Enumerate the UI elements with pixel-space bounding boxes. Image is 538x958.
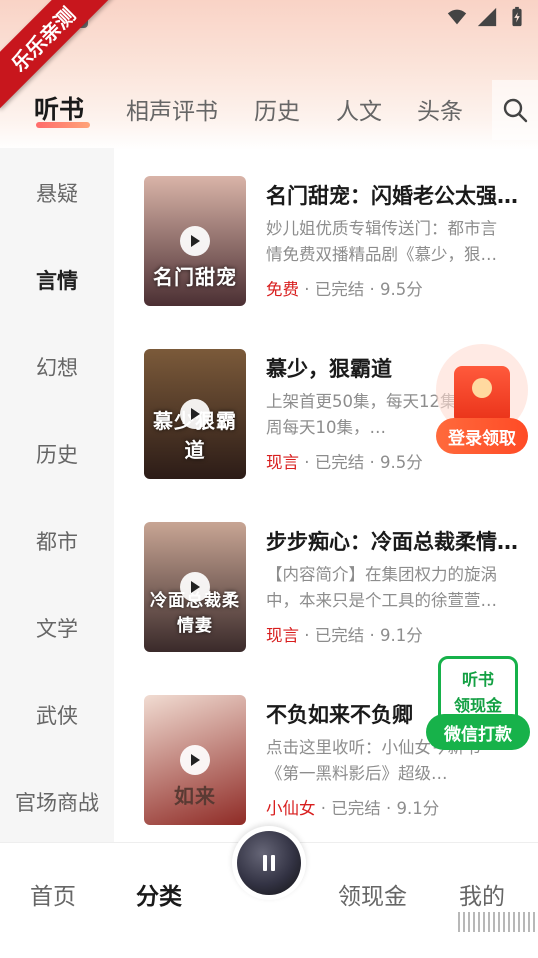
- play-icon[interactable]: [180, 399, 210, 429]
- book-meta: 现言 · 已完结 · 9.1分: [266, 622, 423, 646]
- watermark: [458, 912, 536, 932]
- tab-crosstalk[interactable]: 相声评书: [126, 92, 218, 126]
- book-description: 【内容简介】在集团权力的旋涡中，本来只是个工具的徐萱萱…: [266, 565, 497, 610]
- pause-icon[interactable]: [258, 852, 280, 874]
- tab-headlines[interactable]: 头条: [417, 92, 463, 126]
- book-title[interactable]: 名门甜宠：闪婚老公太强…: [266, 180, 526, 210]
- book-description: 妙儿姐优质专辑传送门：都市言情免费双播精品剧《慕少，狠…: [266, 219, 497, 264]
- search-button[interactable]: [492, 80, 538, 140]
- play-icon[interactable]: [180, 226, 210, 256]
- top-tab-bar: 听书 相声评书 历史 人文 头条: [0, 84, 490, 136]
- list-item[interactable]: 名门甜宠 名门甜宠：闪婚老公太强… 妙儿姐优质专辑传送门：都市言情免费双播精品剧…: [114, 148, 538, 306]
- list-item[interactable]: 冷面总裁柔情妻 步步痴心：冷面总裁柔情… 【内容简介】在集团权力的旋涡中，本来只…: [114, 494, 538, 652]
- player-disc: [237, 831, 301, 895]
- sidebar-item-literature[interactable]: 文学: [0, 613, 114, 643]
- sidebar-item-romance[interactable]: 言情: [0, 265, 114, 295]
- sidebar-item-history[interactable]: 历史: [0, 439, 114, 469]
- red-envelope-float[interactable]: 登录领取: [436, 344, 528, 456]
- book-status: · 已完结 · 9.1分: [299, 626, 423, 645]
- book-meta: 小仙女 · 已完结 · 9.1分: [266, 795, 439, 819]
- nav-mine[interactable]: 我的: [459, 877, 505, 911]
- login-claim-button[interactable]: 登录领取: [436, 418, 528, 454]
- book-meta: 免费 · 已完结 · 9.5分: [266, 276, 423, 300]
- book-tag: 现言: [266, 453, 299, 472]
- tab-active-indicator: [36, 122, 90, 128]
- wifi-icon: [447, 9, 467, 25]
- sidebar-item-wuxia[interactable]: 武侠: [0, 700, 114, 730]
- book-tag: 小仙女: [266, 799, 316, 818]
- nav-category[interactable]: 分类: [136, 877, 182, 911]
- book-meta: 现言 · 已完结 · 9.5分: [266, 449, 423, 473]
- battery-icon: [512, 6, 522, 27]
- book-status: · 已完结 · 9.5分: [299, 453, 423, 472]
- search-icon: [503, 98, 528, 123]
- book-title[interactable]: 步步痴心：冷面总裁柔情…: [266, 526, 526, 556]
- book-tag: 免费: [266, 280, 299, 299]
- book-cover[interactable]: 名门甜宠: [144, 176, 246, 306]
- book-status: · 已完结 · 9.5分: [299, 280, 423, 299]
- play-icon[interactable]: [180, 745, 210, 775]
- signal-icon: [477, 7, 497, 27]
- sidebar-item-business[interactable]: 官场商战: [0, 787, 114, 817]
- book-cover[interactable]: 慕少狠霸道: [144, 349, 246, 479]
- wechat-payout-button[interactable]: 微信打款: [426, 714, 530, 750]
- nav-get-cash[interactable]: 领现金: [338, 877, 407, 911]
- tab-humanities[interactable]: 人文: [336, 92, 382, 126]
- mini-player[interactable]: [232, 826, 306, 900]
- listen-cash-float[interactable]: 听书 领现金 微信打款: [426, 654, 530, 750]
- sidebar-item-urban[interactable]: 都市: [0, 526, 114, 556]
- play-icon[interactable]: [180, 572, 210, 602]
- red-envelope-icon: [454, 366, 510, 424]
- cash-line1: 听书: [461, 670, 494, 689]
- category-sidebar: 悬疑 言情 幻想 历史 都市 文学 武侠 官场商战: [0, 148, 114, 842]
- tab-listen[interactable]: 听书: [34, 90, 84, 126]
- cover-title-text: 名门甜宠: [153, 265, 237, 289]
- cover-title-text: 如来: [174, 784, 216, 808]
- sidebar-item-suspense[interactable]: 悬疑: [0, 178, 114, 208]
- book-status: · 已完结 · 9.1分: [315, 799, 440, 818]
- book-tag: 现言: [266, 626, 299, 645]
- nav-home[interactable]: 首页: [30, 877, 76, 911]
- book-cover[interactable]: 冷面总裁柔情妻: [144, 522, 246, 652]
- book-cover[interactable]: 如来: [144, 695, 246, 825]
- sidebar-item-fantasy[interactable]: 幻想: [0, 352, 114, 382]
- tab-history[interactable]: 历史: [254, 92, 300, 126]
